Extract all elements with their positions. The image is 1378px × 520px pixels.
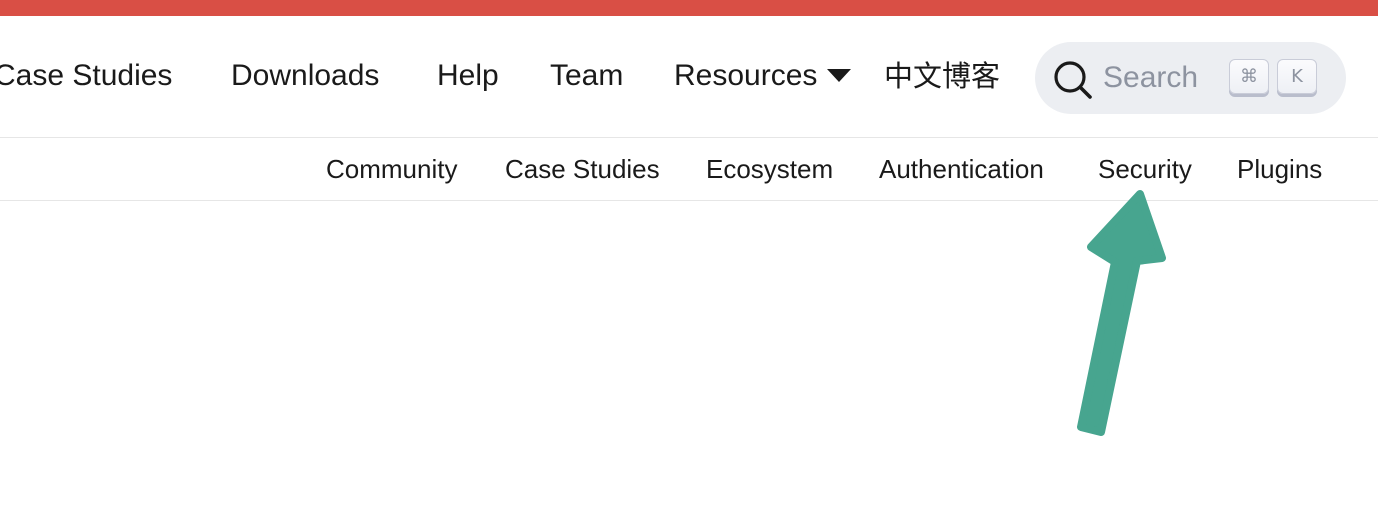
- annotation-arrow-icon: [1077, 190, 1166, 436]
